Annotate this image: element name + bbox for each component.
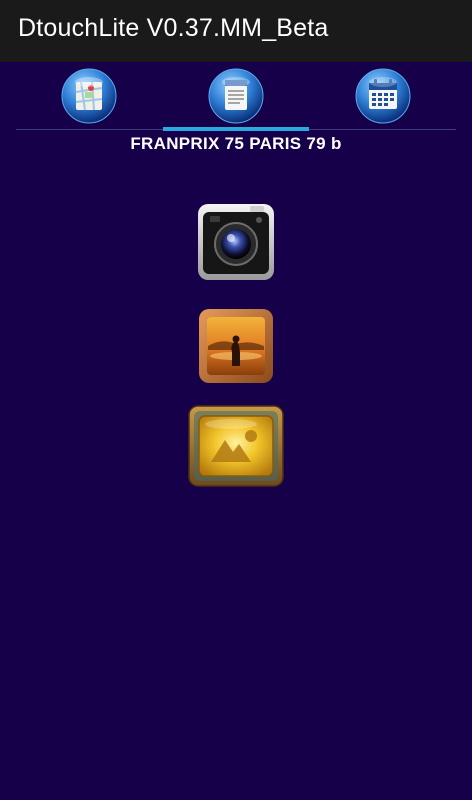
camera-icon xyxy=(198,204,274,280)
image-icon xyxy=(188,405,284,487)
tab-strip xyxy=(16,62,456,131)
tab-map[interactable] xyxy=(16,62,162,130)
store-name: FRANPRIX 75 PARIS 79 b xyxy=(130,134,342,153)
calendar-icon xyxy=(355,68,411,124)
map-icon xyxy=(61,68,117,124)
photo-gallery-icon xyxy=(199,309,273,383)
tab-calendar[interactable] xyxy=(310,62,456,130)
app-title: DtouchLite V0.37.MM_Beta xyxy=(18,14,329,42)
gallery-button[interactable] xyxy=(198,308,274,384)
tab-selected-indicator xyxy=(163,127,309,131)
camera-button[interactable] xyxy=(196,202,276,282)
image-button[interactable] xyxy=(187,404,285,488)
tab-document[interactable] xyxy=(163,62,309,131)
document-icon xyxy=(208,68,264,124)
app-bar: DtouchLite V0.37.MM_Beta xyxy=(0,0,472,62)
